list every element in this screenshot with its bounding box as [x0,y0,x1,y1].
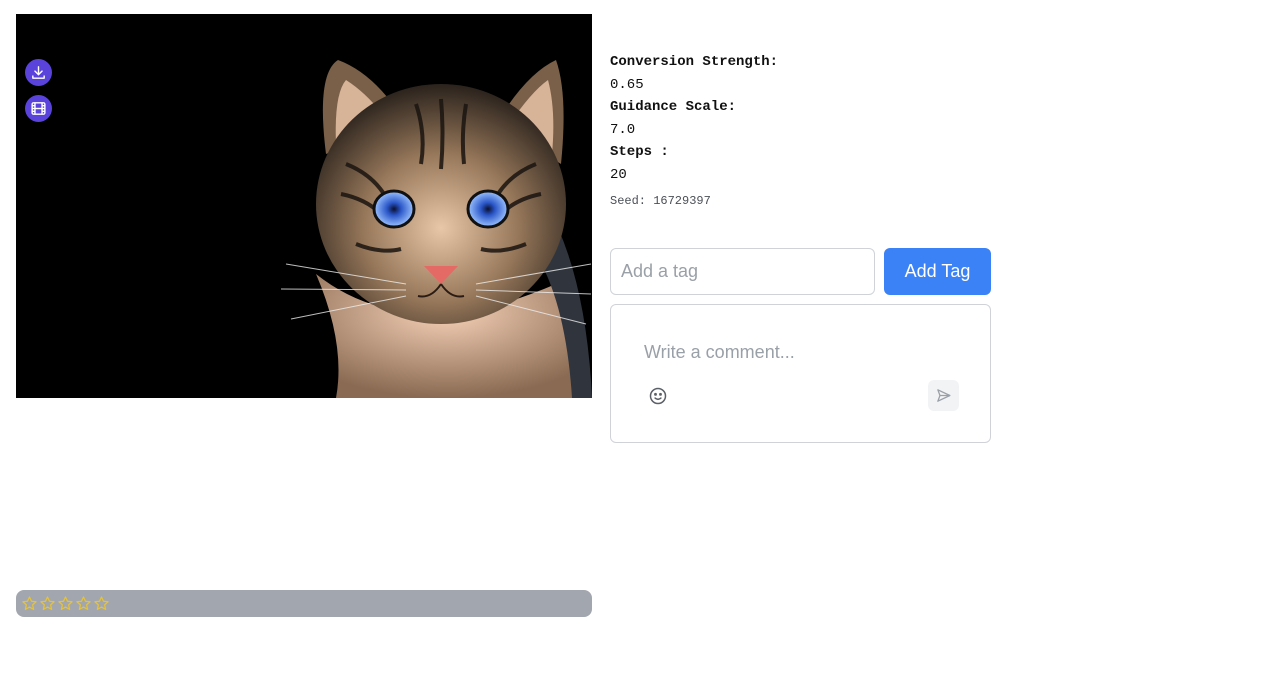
steps-label: Steps : [610,144,669,160]
rating-star-5[interactable] [93,595,111,613]
comment-input[interactable] [642,341,946,364]
star-icon [94,595,109,610]
guidance-scale-value: 7.0 [610,121,636,138]
send-icon [937,389,951,402]
star-icon [58,595,73,610]
star-icon [76,595,91,610]
steps-value: 20 [610,166,627,183]
conversion-strength-label: Conversion Strength: [610,54,779,70]
download-button[interactable] [25,59,52,86]
rating-bar [16,590,592,617]
add-tag-button[interactable]: Add Tag [884,248,991,295]
comment-box [610,304,991,443]
tag-input[interactable] [610,248,875,295]
generation-params: Conversion Strength: 0.65 Guidance Scale… [610,51,778,186]
rating-star-1[interactable] [21,595,39,613]
generated-image [16,14,592,398]
rating-star-4[interactable] [75,595,93,613]
cat-image [280,60,592,398]
download-icon [32,66,45,79]
emoji-button[interactable] [648,386,668,406]
guidance-scale-label: Guidance Scale: [610,99,737,115]
seed-text: Seed: 16729397 [610,194,711,208]
rating-star-3[interactable] [57,595,75,613]
conversion-strength-value: 0.65 [610,76,644,93]
star-icon [22,595,37,610]
send-comment-button[interactable] [928,380,959,411]
video-button[interactable] [25,95,52,122]
star-icon [40,595,55,610]
rating-star-2[interactable] [39,595,57,613]
smiley-icon [649,387,667,405]
film-icon [31,102,46,115]
